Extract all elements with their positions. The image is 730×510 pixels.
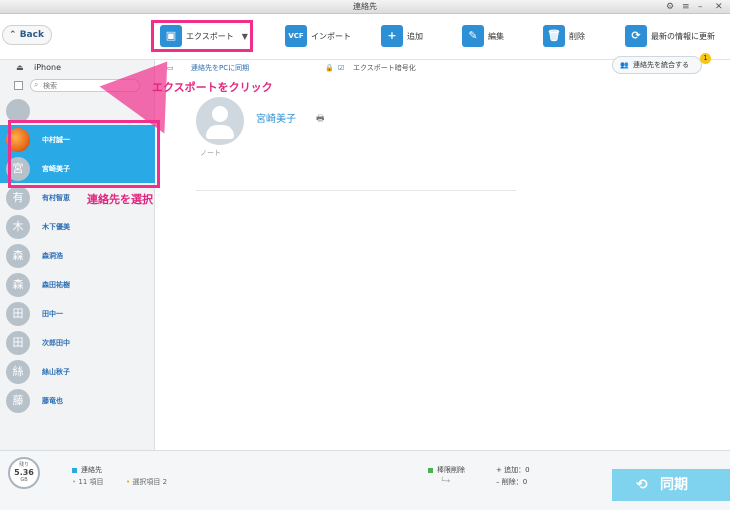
select-all-checkbox[interactable] [14, 81, 23, 90]
deleted-count: – 削除：0 [496, 478, 528, 486]
encrypt-label: エクスポート暗号化 [353, 64, 416, 72]
delete-button[interactable]: 🗑 削除 [543, 22, 585, 50]
divider [196, 190, 516, 191]
branch-arrow-icon: └→ [440, 477, 451, 485]
avatar: 木 [6, 215, 30, 239]
import-button[interactable]: VCF インポート [285, 22, 351, 50]
avatar: 藤 [6, 389, 30, 413]
list-item[interactable]: 藤 藤竜也 [0, 386, 155, 415]
print-icon[interactable]: 🖶 [316, 111, 325, 127]
annotation-export-highlight [151, 20, 253, 52]
list-item[interactable]: 森 森田祐樹 [0, 270, 155, 299]
list-item[interactable]: 森 森洞浩 [0, 241, 155, 270]
trash-icon: 🗑 [543, 25, 565, 47]
list-item[interactable]: 田 田中一 [0, 299, 155, 328]
vcf-icon: VCF [285, 25, 307, 47]
window-titlebar: 連絡先 [0, 0, 730, 14]
perm-delete-color-icon [428, 467, 433, 473]
note-label: ノート [200, 149, 221, 157]
close-icon[interactable]: ✕ [715, 0, 723, 14]
annotation-contacts-highlight [8, 120, 160, 188]
contacts-legend: 連絡先 [72, 465, 102, 475]
avatar: 森 [6, 244, 30, 268]
people-icon: 👥 [620, 61, 629, 69]
window-title: 連絡先 [353, 2, 377, 11]
list-item[interactable]: 田 次郎田中 [0, 328, 155, 357]
back-button[interactable]: ⌃ Back [2, 25, 52, 45]
contacts-color-icon [72, 467, 77, 473]
contact-detail: 宮崎美子 🖶 ノート [156, 75, 730, 450]
annotation-export-hint: エクスポートをクリック [152, 81, 273, 94]
sidebar: ⏏ iPhone ⌕ 中村誠一 宮 宮崎美子 有 有村智恵 木 木下優美 森 [0, 60, 155, 450]
lock-icon: 🔒 [325, 64, 334, 72]
menu-icon[interactable]: ≡ [682, 0, 690, 14]
selected-count: • 選択項目 2 [126, 478, 168, 486]
avatar: 田 [6, 331, 30, 355]
search-icon: ⌕ [34, 80, 39, 89]
added-count: + 追加：0 [496, 466, 530, 474]
sync-button[interactable]: ⟲ 同期 [612, 469, 730, 501]
settings-icon[interactable]: ⚙ [666, 0, 674, 14]
sync-icon: ⟲ [636, 477, 648, 493]
pencil-icon: ✎ [462, 25, 484, 47]
avatar: 森 [6, 273, 30, 297]
list-item[interactable]: 絲 絲山秋子 [0, 357, 155, 386]
avatar: 有 [6, 186, 30, 210]
add-contact-icon: + [381, 25, 403, 47]
contact-avatar [196, 97, 244, 145]
refresh-button[interactable]: ⟳ 最新の情報に更新 [625, 22, 715, 50]
footer: 残り 5.36 GB 連絡先 • 11 項目 • 選択項目 2 棒限削除 └→ … [0, 450, 730, 510]
refresh-icon: ⟳ [625, 25, 647, 47]
edit-button[interactable]: ✎ 編集 [462, 22, 504, 50]
merge-contacts-button[interactable]: 👥 連絡先を統合する [612, 56, 702, 74]
items-count: • 11 項目 [72, 478, 104, 486]
avatar: 絲 [6, 360, 30, 384]
list-item[interactable]: 木 木下優美 [0, 212, 155, 241]
annotation-select-hint: 連絡先を選択 [87, 193, 153, 206]
toolbar: ⌃ Back ▣ エクスポート ▼ VCF インポート + 追加 ✎ 編集 🗑 … [0, 14, 730, 60]
add-button[interactable]: + 追加 [381, 22, 423, 50]
sync-to-pc-link[interactable]: 連絡先をPCに同期 [191, 61, 249, 75]
encrypt-checkbox[interactable]: ☑ [338, 61, 344, 75]
chevron-up-icon: ⌃ [9, 30, 17, 40]
eject-icon: ⏏ [16, 63, 24, 72]
permanent-delete-legend: 棒限削除 [428, 465, 465, 475]
contact-name: 宮崎美子 [256, 114, 296, 125]
merge-count-badge: 1 [700, 53, 711, 64]
storage-indicator: 残り 5.36 GB [8, 457, 40, 489]
avatar: 田 [6, 302, 30, 326]
minimize-icon[interactable]: – [698, 0, 703, 14]
